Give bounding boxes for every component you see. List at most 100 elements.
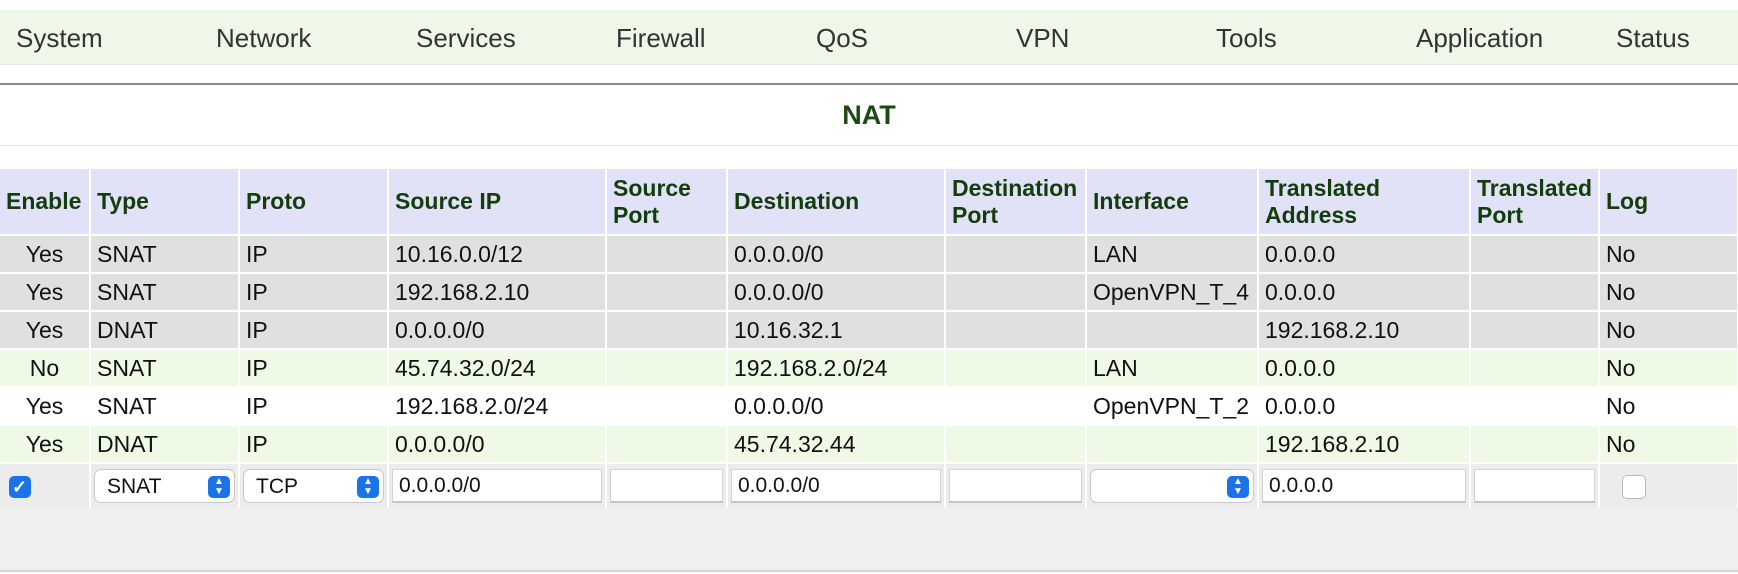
table-row[interactable]: Yes DNAT IP 0.0.0.0/0 45.74.32.44 192.16…: [0, 425, 1738, 464]
cell-destination-port: [945, 349, 1087, 388]
col-header-translated-port: Translated Port: [1470, 169, 1600, 236]
cell-destination: 0.0.0.0/0: [727, 235, 946, 274]
select-arrows-icon: ▲ ▼: [1227, 476, 1249, 498]
table-header-row: Enable Type Proto Source IP Source Port …: [0, 169, 1738, 236]
select-arrows-icon: ▲ ▼: [357, 476, 379, 498]
cell-destination-port: [945, 425, 1087, 464]
translated-address-input[interactable]: 0.0.0.0: [1262, 469, 1466, 503]
cell-proto: IP: [239, 425, 389, 464]
destination-cell: 0.0.0.0/0: [727, 463, 946, 510]
cell-enable: Yes: [0, 273, 91, 312]
menu-item-system[interactable]: System: [16, 10, 103, 64]
interface-cell: ▲ ▼: [1086, 463, 1259, 510]
col-header-log: Log: [1599, 169, 1738, 236]
cell-type: DNAT: [90, 311, 240, 350]
cell-proto: IP: [239, 273, 389, 312]
cell-type: SNAT: [90, 349, 240, 388]
cell-log: No: [1599, 387, 1738, 426]
log-cell: [1599, 463, 1738, 510]
source-port-cell: [606, 463, 728, 510]
nat-rules-table: Enable Type Proto Source IP Source Port …: [0, 169, 1738, 510]
translated-port-input[interactable]: [1474, 469, 1595, 503]
cell-interface: LAN: [1086, 349, 1259, 388]
cell-log: No: [1599, 273, 1738, 312]
cell-proto: IP: [239, 387, 389, 426]
destination-port-cell: [945, 463, 1087, 510]
destination-port-input[interactable]: [949, 469, 1082, 503]
table-row[interactable]: Yes DNAT IP 0.0.0.0/0 10.16.32.1 192.168…: [0, 311, 1738, 350]
cell-destination-port: [945, 311, 1087, 350]
main-menu-bar: System Network Services Firewall QoS VPN…: [0, 10, 1738, 65]
log-checkbox[interactable]: [1621, 475, 1646, 500]
menu-item-status[interactable]: Status: [1616, 10, 1690, 64]
interface-select[interactable]: ▲ ▼: [1090, 469, 1254, 503]
destination-input[interactable]: 0.0.0.0/0: [731, 469, 941, 503]
col-header-enable: Enable: [0, 169, 91, 236]
cell-source-port: [606, 387, 728, 426]
cell-destination-port: [945, 273, 1087, 312]
table-row[interactable]: Yes SNAT IP 192.168.2.10 0.0.0.0/0 OpenV…: [0, 273, 1738, 312]
nat-table-container: Enable Type Proto Source IP Source Port …: [0, 169, 1738, 510]
menu-item-network[interactable]: Network: [216, 10, 311, 64]
type-cell: SNAT ▲ ▼: [90, 463, 240, 510]
new-rule-edit-row: ✓ SNAT ▲ ▼ TCP ▲ ▼ 0.0.0.0/0 0.0.0.0/0 ▲…: [0, 463, 1738, 510]
cell-source-ip: 192.168.2.0/24: [388, 387, 607, 426]
menu-item-vpn[interactable]: VPN: [1016, 10, 1069, 64]
cell-translated-address: 0.0.0.0: [1258, 273, 1471, 312]
col-header-interface: Interface: [1086, 169, 1259, 236]
cell-enable: Yes: [0, 235, 91, 274]
col-header-destination: Destination: [727, 169, 946, 236]
cell-source-ip: 192.168.2.10: [388, 273, 607, 312]
cell-destination: 10.16.32.1: [727, 311, 946, 350]
menu-item-firewall[interactable]: Firewall: [616, 10, 706, 64]
table-footer-area: [0, 508, 1738, 572]
cell-interface: [1086, 425, 1259, 464]
cell-source-ip: 0.0.0.0/0: [388, 311, 607, 350]
cell-proto: IP: [239, 235, 389, 274]
menu-item-services[interactable]: Services: [416, 10, 516, 64]
cell-source-ip: 45.74.32.0/24: [388, 349, 607, 388]
cell-translated-port: [1470, 273, 1600, 312]
source-ip-input[interactable]: 0.0.0.0/0: [392, 469, 602, 503]
cell-type: SNAT: [90, 235, 240, 274]
cell-interface: OpenVPN_T_4: [1086, 273, 1259, 312]
cell-destination-port: [945, 235, 1087, 274]
cell-translated-port: [1470, 311, 1600, 350]
menu-item-tools[interactable]: Tools: [1216, 10, 1277, 64]
source-port-input[interactable]: [610, 469, 723, 503]
cell-source-port: [606, 311, 728, 350]
table-row[interactable]: No SNAT IP 45.74.32.0/24 192.168.2.0/24 …: [0, 349, 1738, 388]
col-header-translated-address: Translated Address: [1258, 169, 1471, 236]
col-header-type: Type: [90, 169, 240, 236]
type-select[interactable]: SNAT ▲ ▼: [94, 469, 235, 503]
cell-destination: 0.0.0.0/0: [727, 273, 946, 312]
cell-source-port: [606, 425, 728, 464]
cell-interface: [1086, 311, 1259, 350]
cell-source-port: [606, 273, 728, 312]
cell-type: SNAT: [90, 273, 240, 312]
proto-select[interactable]: TCP ▲ ▼: [243, 469, 384, 503]
enable-cell: ✓: [0, 463, 91, 510]
cell-enable: Yes: [0, 387, 91, 426]
cell-translated-address: 0.0.0.0: [1258, 387, 1471, 426]
menu-item-qos[interactable]: QoS: [816, 10, 868, 64]
cell-translated-address: 0.0.0.0: [1258, 349, 1471, 388]
cell-proto: IP: [239, 349, 389, 388]
cell-source-port: [606, 349, 728, 388]
cell-source-ip: 0.0.0.0/0: [388, 425, 607, 464]
cell-translated-address: 0.0.0.0: [1258, 235, 1471, 274]
cell-log: No: [1599, 311, 1738, 350]
col-header-proto: Proto: [239, 169, 389, 236]
select-arrows-icon: ▲ ▼: [208, 476, 230, 498]
cell-translated-port: [1470, 235, 1600, 274]
cell-proto: IP: [239, 311, 389, 350]
cell-log: No: [1599, 425, 1738, 464]
enable-checkbox[interactable]: ✓: [8, 476, 31, 499]
table-row[interactable]: Yes SNAT IP 10.16.0.0/12 0.0.0.0/0 LAN 0…: [0, 235, 1738, 274]
cell-destination: 0.0.0.0/0: [727, 387, 946, 426]
table-row[interactable]: Yes SNAT IP 192.168.2.0/24 0.0.0.0/0 Ope…: [0, 387, 1738, 426]
menu-item-application[interactable]: Application: [1416, 10, 1543, 64]
cell-translated-port: [1470, 425, 1600, 464]
cell-source-ip: 10.16.0.0/12: [388, 235, 607, 274]
cell-translated-port: [1470, 349, 1600, 388]
